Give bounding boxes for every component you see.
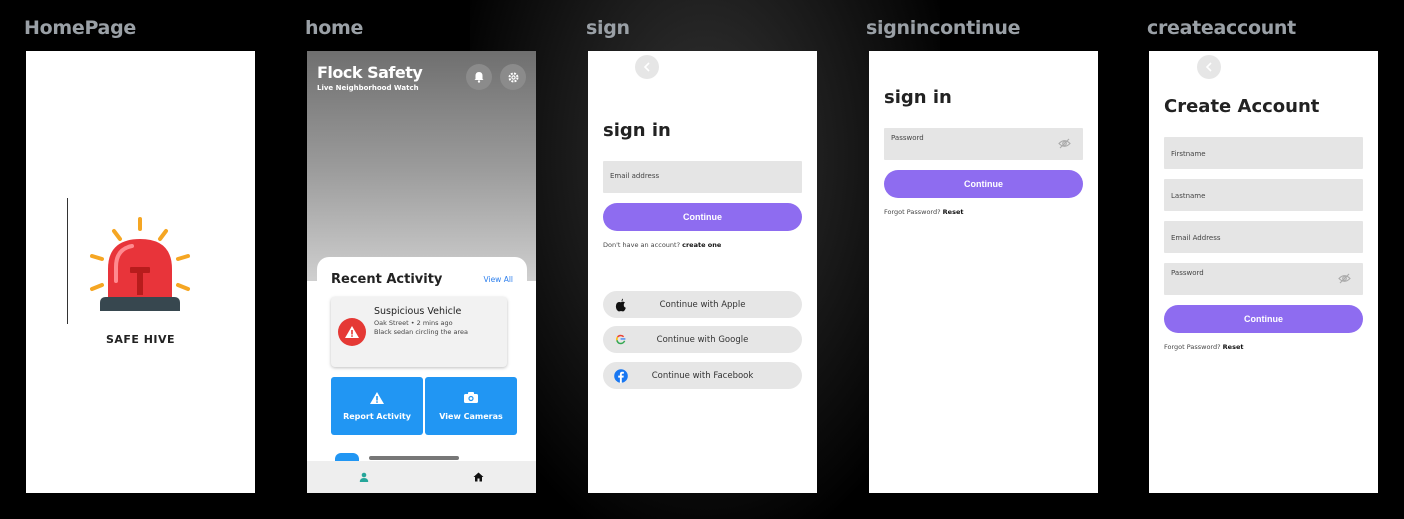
email-field[interactable]: Email address xyxy=(603,161,802,193)
google-signin-button[interactable]: Continue with Google xyxy=(603,326,802,353)
list-item-text xyxy=(369,456,459,460)
lastname-field[interactable]: Lastname xyxy=(1164,179,1363,211)
reset-link[interactable]: Reset xyxy=(943,208,964,216)
activity-title: Suspicious Vehicle xyxy=(374,306,462,317)
screen-signincontinue: sign in Password Continue Forgot Passwor… xyxy=(869,51,1098,493)
password-field[interactable]: Password xyxy=(1164,263,1363,295)
screen-sign: sign in Email address Continue Don't hav… xyxy=(588,51,817,493)
bell-icon xyxy=(474,72,484,83)
apple-signin-button[interactable]: Continue with Apple xyxy=(603,291,802,318)
gear-icon xyxy=(508,72,518,82)
forgot-password-text: Forgot Password? xyxy=(884,208,941,216)
password-field[interactable]: Password xyxy=(884,128,1083,160)
view-cameras-label: View Cameras xyxy=(439,412,503,421)
lastname-field-label: Lastname xyxy=(1171,192,1206,200)
eye-off-icon[interactable] xyxy=(1058,138,1071,149)
screen-home: Flock Safety Live Neighborhood Watch Rec… xyxy=(307,51,536,493)
frame-label-home: home xyxy=(305,17,364,39)
settings-button[interactable] xyxy=(500,64,526,90)
app-name: SAFE HIVE xyxy=(105,333,176,346)
email-field[interactable]: Email Address xyxy=(1164,221,1363,253)
warning-icon xyxy=(345,326,359,338)
page-title: Create Account xyxy=(1164,96,1320,117)
view-all-link[interactable]: View All xyxy=(484,275,513,284)
continue-button[interactable]: Continue xyxy=(884,170,1083,198)
activity-meta: Oak Street • 2 mins ago xyxy=(374,319,453,327)
nav-profile[interactable] xyxy=(357,470,371,484)
screen-createaccount: Create Account Firstname Lastname Email … xyxy=(1149,51,1378,493)
back-button[interactable] xyxy=(1197,55,1221,79)
create-account-prompt: Don't have an account? create one xyxy=(603,241,721,249)
person-icon xyxy=(359,472,369,482)
activity-item[interactable]: Suspicious Vehicle Oak Street • 2 mins a… xyxy=(331,297,507,367)
frame-label-sign: sign xyxy=(586,17,630,39)
email-field-label: Email address xyxy=(610,172,660,180)
firstname-field-label: Firstname xyxy=(1171,150,1206,158)
page-title: sign in xyxy=(884,87,952,108)
report-activity-button[interactable]: Report Activity xyxy=(331,377,423,435)
warning-icon xyxy=(370,392,384,404)
home-icon xyxy=(473,472,483,482)
frame-label-createaccount: createaccount xyxy=(1147,17,1296,39)
email-field-label: Email Address xyxy=(1171,234,1221,242)
screen-homepage: SAFE HIVE xyxy=(26,51,255,493)
divider xyxy=(67,198,68,324)
forgot-password-row: Forgot Password? Reset xyxy=(884,208,963,216)
chevron-left-icon xyxy=(1205,62,1212,72)
chevron-left-icon xyxy=(643,62,650,72)
no-account-text: Don't have an account? xyxy=(603,241,681,249)
alert-badge xyxy=(338,318,366,346)
siren-logo-icon xyxy=(90,217,190,311)
notifications-button[interactable] xyxy=(466,64,492,90)
app-title: Flock Safety xyxy=(317,63,423,82)
recent-activity-title: Recent Activity xyxy=(331,272,443,287)
report-activity-label: Report Activity xyxy=(343,412,411,421)
recent-activity-panel: Recent Activity View All Suspicious Vehi… xyxy=(317,257,527,493)
facebook-signin-label: Continue with Facebook xyxy=(651,371,754,381)
hero-header: Flock Safety Live Neighborhood Watch xyxy=(307,51,536,281)
facebook-signin-button[interactable]: Continue with Facebook xyxy=(603,362,802,389)
page-title: sign in xyxy=(603,120,671,141)
bottom-nav xyxy=(307,461,536,493)
create-account-link[interactable]: create one xyxy=(682,241,721,249)
apple-signin-label: Continue with Apple xyxy=(659,300,746,310)
frame-label-signincontinue: signincontinue xyxy=(866,17,1021,39)
firstname-field[interactable]: Firstname xyxy=(1164,137,1363,169)
password-field-label: Password xyxy=(891,134,924,142)
app-subtitle: Live Neighborhood Watch xyxy=(317,84,419,92)
forgot-password-text: Forgot Password? xyxy=(1164,343,1221,351)
camera-icon xyxy=(464,392,478,403)
continue-button[interactable]: Continue xyxy=(603,203,802,231)
reset-link[interactable]: Reset xyxy=(1223,343,1244,351)
activity-description: Black sedan circling the area xyxy=(374,328,468,336)
frame-label-homepage: HomePage xyxy=(24,17,136,39)
continue-button[interactable]: Continue xyxy=(1164,305,1363,333)
eye-off-icon[interactable] xyxy=(1338,273,1351,284)
forgot-password-row: Forgot Password? Reset xyxy=(1164,343,1243,351)
password-field-label: Password xyxy=(1171,269,1204,277)
google-signin-label: Continue with Google xyxy=(656,335,749,345)
nav-home[interactable] xyxy=(471,470,485,484)
back-button[interactable] xyxy=(635,55,659,79)
view-cameras-button[interactable]: View Cameras xyxy=(425,377,517,435)
